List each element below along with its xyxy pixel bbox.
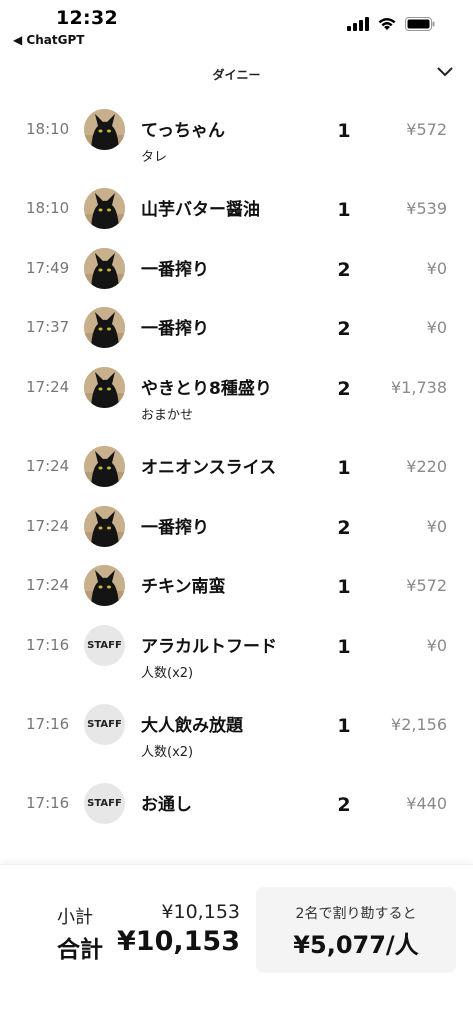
item-price: ¥539 [406,199,447,219]
order-time: 17:16 [26,793,70,812]
subtotal-label: 小計 [57,907,93,928]
item-option-note: タレ [141,150,168,165]
header: ダイニー [0,58,473,94]
order-time: 17:24 [26,576,70,595]
user-avatar [84,366,125,408]
order-row[interactable]: 17:16 STAFF アラカルトフード人数(x2) 1 ¥0 [0,616,473,695]
staff-avatar: STAFF [84,624,125,666]
order-time: 17:16 [26,635,70,654]
item-price: ¥440 [406,793,447,813]
item-name: オニオンスライス [141,457,277,478]
total-label: 合計 [57,937,103,963]
battery-icon [405,17,435,31]
total-value: ¥10,153 [117,926,240,957]
item-quantity: 1 [337,120,351,142]
item-price: ¥220 [406,456,447,476]
item-quantity: 2 [337,318,351,341]
item-name: 大人飲み放題 [141,715,243,736]
order-row[interactable]: 17:49 一番搾り 2 ¥0 [0,239,473,299]
cat-avatar-icon [84,445,125,487]
order-list: 18:10 てっちゃんタレ 1 ¥572 18:10 山芋バター醤油 1 ¥539 17:49 一… [0,100,473,834]
user-avatar [84,307,125,349]
order-time: 17:16 [26,714,70,733]
status-icons [347,17,435,31]
item-quantity: 2 [337,258,351,281]
order-row[interactable]: 18:10 山芋バター醤油 1 ¥539 [0,179,473,239]
item-name: チキン南蛮 [141,577,226,598]
cat-avatar-icon [84,247,125,289]
cat-avatar-icon [84,307,125,349]
order-row[interactable]: 17:24 やきとり8種盛りおまかせ 2 ¥1,738 [0,358,473,437]
bill-summary: 小計 ¥10,153 合計 ¥10,153 2名で割り勘すると ¥5,077/人 [0,864,473,1025]
subtotal-value: ¥10,153 [161,901,240,923]
item-name: 一番搾り [141,517,209,538]
user-avatar [84,505,125,547]
cat-avatar-icon [84,505,125,547]
cat-avatar-icon [84,366,125,408]
item-price: ¥0 [426,318,447,338]
user-avatar [84,247,125,289]
item-name: やきとり8種盛り [141,378,272,399]
order-row[interactable]: 18:10 てっちゃんタレ 1 ¥572 [0,100,473,179]
item-quantity: 1 [337,635,351,658]
item-name: アラカルトフード [141,636,277,657]
item-name: 山芋バター醤油 [141,200,260,221]
order-time: 17:49 [26,258,70,277]
chevron-down-icon[interactable] [435,64,455,78]
order-row[interactable]: 17:24 一番搾り 2 ¥0 [0,497,473,557]
status-bar: 12:32 ◀ ChatGPT [0,0,473,52]
order-row[interactable]: 17:24 オニオンスライス 1 ¥220 [0,437,473,497]
item-price: ¥572 [406,576,447,596]
staff-avatar: STAFF [84,703,125,745]
cat-avatar-icon [84,188,125,230]
order-time: 17:37 [26,318,70,337]
item-price: ¥2,156 [391,714,447,734]
order-row[interactable]: 17:37 一番搾り 2 ¥0 [0,298,473,358]
cat-avatar-icon [84,565,125,607]
cat-avatar-icon [84,109,125,150]
split-caption: 2名で割り勘すると [295,906,417,922]
order-time: 17:24 [26,377,70,396]
order-time: 17:24 [26,516,70,535]
item-quantity: 2 [337,793,351,816]
item-quantity: 1 [337,576,351,599]
user-avatar [84,565,125,607]
item-quantity: 2 [337,377,351,400]
item-quantity: 1 [337,714,351,737]
order-time: 17:24 [26,456,70,475]
item-price: ¥0 [426,516,447,536]
item-name: 一番搾り [141,259,209,280]
item-price: ¥0 [426,635,447,655]
split-bill-card[interactable]: 2名で割り勘すると ¥5,077/人 [256,887,456,973]
order-time: 18:10 [26,120,70,138]
user-avatar [84,188,125,230]
item-price: ¥1,738 [391,377,447,397]
item-option-note: おまかせ [141,407,194,423]
item-quantity: 2 [337,516,351,539]
wifi-icon [378,18,396,30]
item-option-note: 人数(x2) [141,744,194,760]
user-avatar [84,445,125,487]
staff-avatar: STAFF [84,782,125,824]
item-price: ¥0 [426,258,447,278]
split-per-person-value: ¥5,077/人 [293,931,419,959]
item-option-note: 人数(x2) [141,665,194,681]
order-row[interactable]: 17:16 STAFF 大人飲み放題人数(x2) 1 ¥2,156 [0,695,473,774]
order-row[interactable]: 17:16 STAFF お通し 2 ¥440 [0,774,473,834]
status-time: 12:32 [56,7,118,29]
order-time: 18:10 [26,199,70,218]
back-to-app-link[interactable]: ◀ ChatGPT [13,33,84,47]
item-name: 一番搾り [141,319,209,340]
page-title: ダイニー [212,68,261,82]
item-name: てっちゃん [141,121,225,141]
cellular-signal-icon [347,17,369,31]
item-quantity: 1 [337,456,351,479]
item-name: お通し [141,794,192,815]
user-avatar [84,109,125,150]
item-quantity: 1 [337,199,351,222]
order-row[interactable]: 17:24 チキン南蛮 1 ¥572 [0,556,473,616]
item-price: ¥572 [406,120,447,139]
